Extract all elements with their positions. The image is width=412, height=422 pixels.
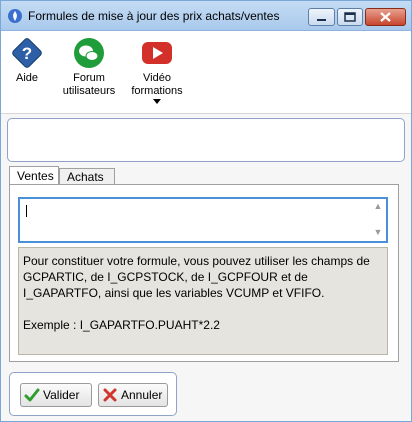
formula-input[interactable]: ▲ ▼ — [18, 197, 388, 243]
scroll-down-icon[interactable]: ▼ — [372, 227, 384, 239]
ventes-tab-panel: ▲ ▼ Pour constituer votre formule, vous … — [9, 184, 399, 362]
video-button[interactable]: Vidéo formations — [125, 37, 189, 104]
video-label-line1: Vidéo — [143, 72, 171, 84]
annuler-button[interactable]: Annuler — [98, 383, 168, 407]
chevron-down-icon[interactable] — [153, 99, 161, 104]
checkmark-icon — [24, 388, 40, 402]
action-panel: Valider Annuler — [9, 372, 177, 416]
cross-icon — [103, 388, 117, 402]
aide-label: Aide — [15, 72, 39, 84]
maximize-icon — [344, 12, 356, 22]
tab-achats[interactable]: Achats — [59, 168, 115, 184]
svg-text:?: ? — [22, 44, 32, 63]
text-caret — [26, 205, 27, 217]
forum-label-line2: utilisateurs — [62, 85, 116, 97]
maximize-button[interactable] — [337, 8, 363, 26]
aide-button[interactable]: ? Aide — [9, 37, 45, 85]
valider-button[interactable]: Valider — [20, 383, 92, 407]
video-play-icon — [142, 42, 172, 64]
tab-achats-label: Achats — [67, 170, 104, 184]
toolbar: ? Aide Forum utilisateurs Vidéo formatio… — [1, 31, 411, 113]
toolbar-divider — [1, 113, 411, 114]
scroll-up-icon[interactable]: ▲ — [372, 201, 384, 213]
help-example: Exemple : I_GAPARTFO.PUAHT*2.2 — [23, 318, 220, 332]
minimize-icon — [317, 19, 326, 21]
close-icon — [380, 12, 391, 22]
tab-ventes[interactable]: Ventes — [9, 166, 59, 185]
help-text: Pour constituer votre formule, vous pouv… — [23, 254, 370, 300]
video-label-line2: formations — [131, 85, 183, 97]
forum-label-line1: Forum — [73, 72, 105, 84]
annuler-label: Annuler — [121, 388, 163, 402]
forum-button[interactable]: Forum utilisateurs — [57, 37, 121, 98]
window-title: Formules de mise à jour des prix achats/… — [28, 9, 280, 23]
chat-bubbles-icon — [74, 38, 104, 68]
application-window: Formules de mise à jour des prix achats/… — [0, 0, 412, 422]
close-button[interactable] — [365, 8, 406, 26]
top-panel — [7, 118, 405, 162]
help-text-box: Pour constituer votre formule, vous pouv… — [18, 247, 388, 355]
minimize-button[interactable] — [308, 8, 335, 26]
app-flame-icon — [8, 9, 22, 23]
title-bar[interactable]: Formules de mise à jour des prix achats/… — [1, 1, 411, 31]
tab-ventes-label: Ventes — [17, 169, 54, 183]
help-question-icon: ? — [12, 38, 42, 68]
valider-label: Valider — [43, 388, 80, 402]
